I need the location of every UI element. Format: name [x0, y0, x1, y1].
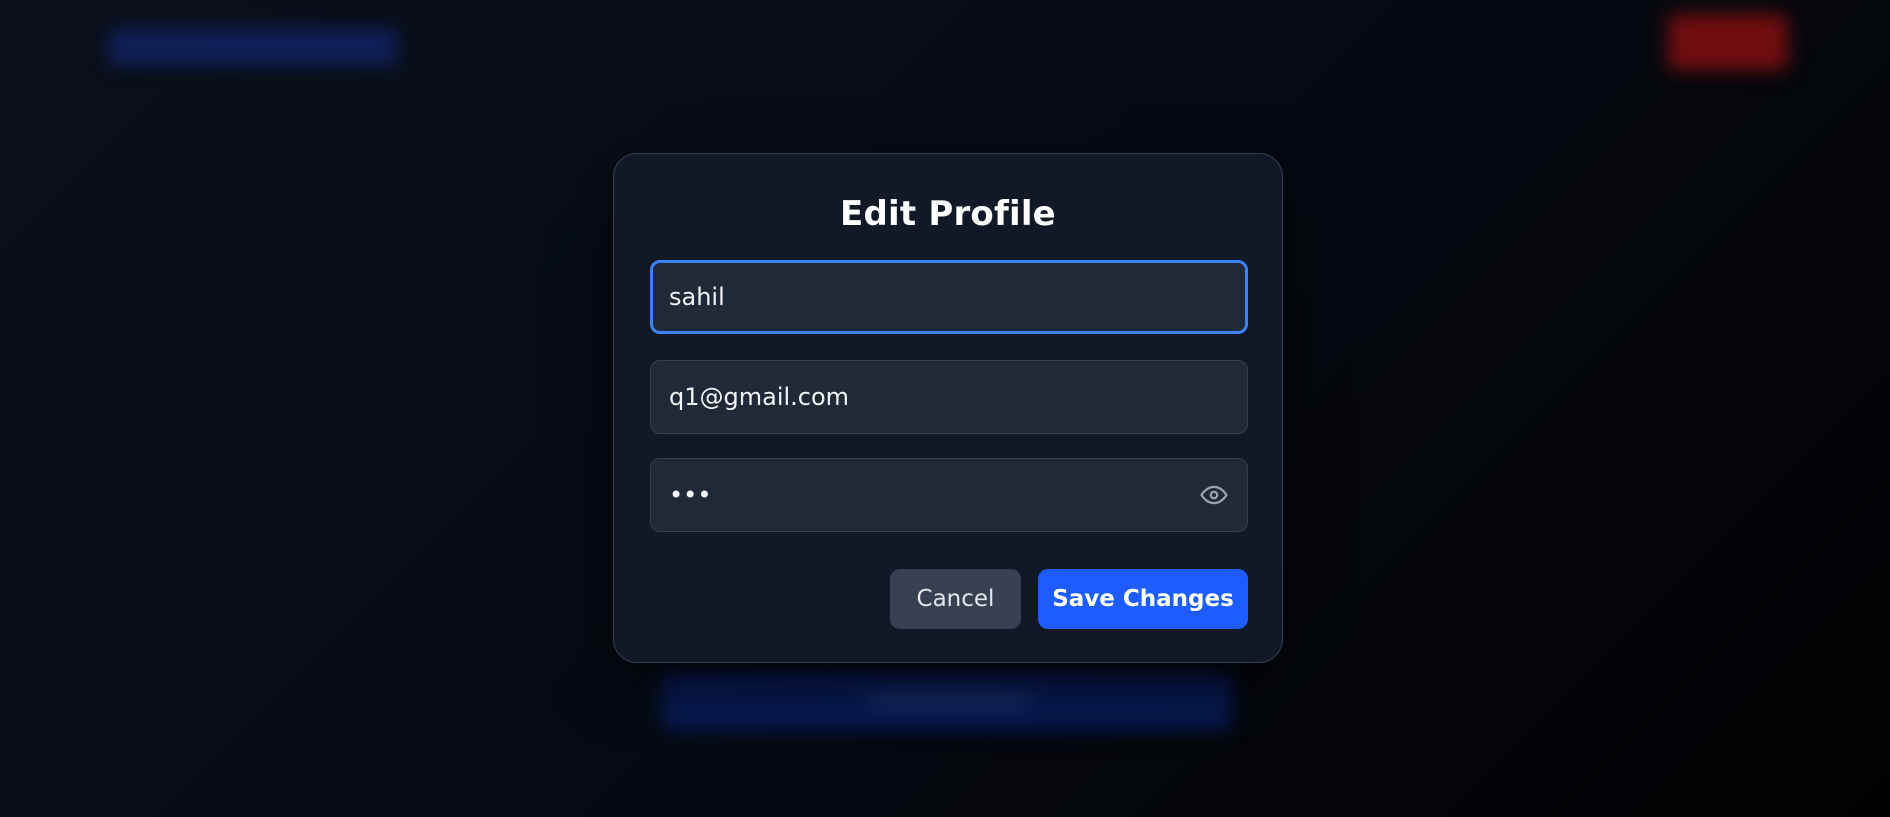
password-field[interactable] [650, 458, 1248, 532]
edit-profile-modal: Edit Profile Cancel Save Changes [613, 153, 1283, 663]
modal-title: Edit Profile [840, 194, 1056, 234]
cancel-button[interactable]: Cancel [890, 569, 1021, 629]
name-field[interactable] [650, 260, 1248, 334]
password-input[interactable] [651, 459, 1197, 531]
save-changes-button[interactable]: Save Changes [1038, 569, 1248, 629]
email-field[interactable] [650, 360, 1248, 434]
email-input[interactable] [651, 361, 1247, 433]
eye-icon[interactable] [1197, 478, 1231, 512]
name-input[interactable] [653, 263, 1245, 331]
